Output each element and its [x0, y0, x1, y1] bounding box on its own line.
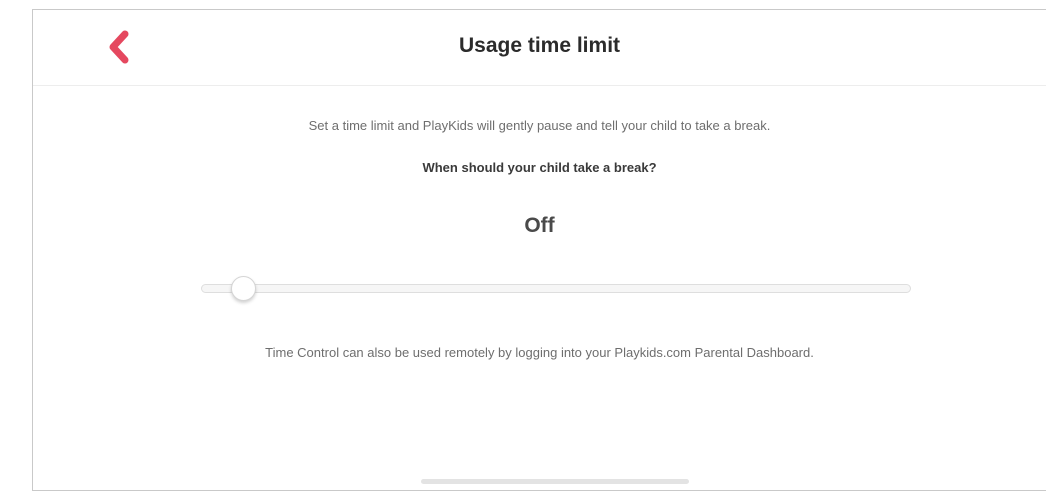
remote-control-note: Time Control can also be used remotely b… — [265, 345, 814, 360]
break-question: When should your child take a break? — [422, 160, 657, 175]
intro-text: Set a time limit and PlayKids will gentl… — [308, 118, 771, 133]
header-bar: Usage time limit — [33, 10, 1046, 86]
time-limit-slider[interactable] — [201, 274, 911, 304]
home-indicator — [421, 479, 689, 484]
settings-screen: Usage time limit Set a time limit and Pl… — [32, 9, 1046, 491]
time-limit-value: Off — [524, 214, 555, 237]
slider-track[interactable] — [201, 284, 911, 293]
slider-thumb[interactable] — [231, 276, 256, 301]
page-title: Usage time limit — [458, 34, 621, 57]
